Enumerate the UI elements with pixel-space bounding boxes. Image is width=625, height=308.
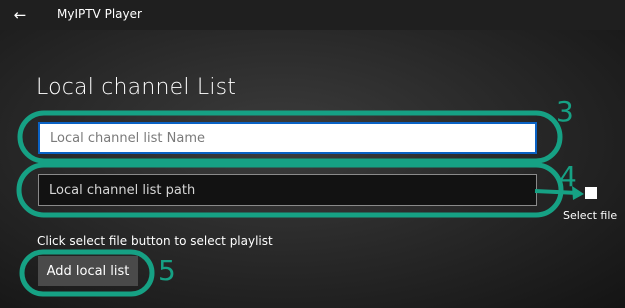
channel-list-name-input[interactable] [38, 122, 537, 154]
select-file-label: Select file [563, 209, 618, 222]
app-title: MyIPTV Player [57, 7, 142, 21]
annotation-number-5: 5 [158, 254, 176, 287]
back-arrow-icon[interactable]: ← [10, 5, 30, 25]
channel-list-path-input[interactable] [38, 174, 537, 206]
instruction-text: Click select file button to select playl… [37, 234, 273, 248]
page-title: Local channel List [36, 75, 237, 100]
annotation-number-3: 3 [556, 95, 574, 128]
select-file-button[interactable] [585, 187, 597, 199]
annotation-number-4: 4 [559, 160, 577, 193]
title-bar: ← MyIPTV Player [0, 0, 625, 30]
add-local-list-button[interactable]: Add local list [38, 256, 138, 286]
